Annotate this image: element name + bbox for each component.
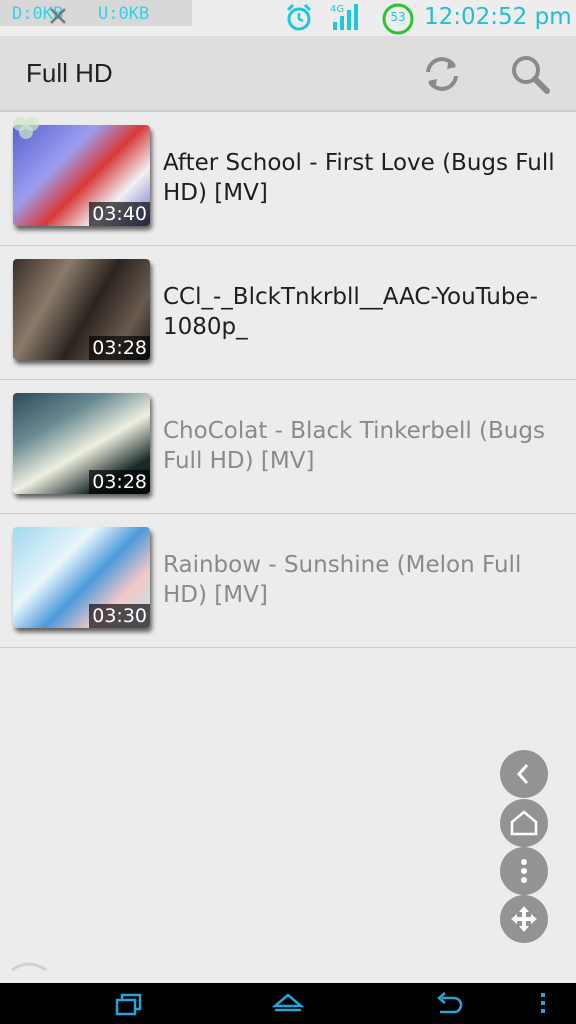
video-row[interactable]: 03:30 Rainbow - Sunshine (Melon Full HD)…: [0, 514, 576, 648]
battery-level: 53: [390, 10, 406, 24]
alarm-icon: [286, 3, 312, 31]
close-icon: [50, 8, 66, 24]
status-bar: D:0KB U:0KB 4G 53 12:02:52 pm: [0, 0, 576, 36]
floating-menu-button[interactable]: [500, 847, 548, 895]
move-icon: [511, 906, 537, 932]
back-icon[interactable]: [432, 989, 464, 1019]
signal-icon: 4G: [330, 4, 358, 30]
video-title: After School - First Love (Bugs Full HD)…: [163, 150, 555, 206]
recent-apps-icon[interactable]: [114, 989, 144, 1019]
refresh-icon: [426, 57, 458, 91]
video-title: ChoColat - Black Tinkerbell (Bugs Full H…: [163, 418, 545, 474]
svg-text:4G: 4G: [330, 4, 344, 15]
search-icon: [512, 56, 550, 94]
floating-home-button[interactable]: [500, 799, 548, 847]
video-duration: 03:30: [89, 604, 150, 628]
video-row[interactable]: 03:28 ChoColat - Black Tinkerbell (Bugs …: [0, 380, 576, 514]
video-duration: 03:28: [89, 470, 150, 494]
video-thumbnail: 03:28: [13, 393, 150, 494]
network-speed-indicator: D:0KB U:0KB: [0, 0, 192, 26]
page-title: Full HD: [26, 58, 113, 88]
video-duration: 03:40: [89, 202, 150, 226]
back-icon: [516, 764, 529, 784]
video-title: Rainbow - Sunshine (Melon Full HD) [MV]: [163, 552, 522, 608]
search-button[interactable]: [506, 50, 554, 98]
video-thumbnail: 03:28: [13, 259, 150, 360]
video-thumbnail: 03:30: [13, 527, 150, 628]
home-icon: [510, 810, 538, 836]
system-nav-bar: [0, 983, 576, 1024]
home-icon[interactable]: [272, 989, 304, 1019]
refresh-button[interactable]: [418, 50, 466, 98]
clover-icon: [13, 117, 39, 139]
more-icon: [521, 859, 527, 883]
video-row[interactable]: 03:40 After School - First Love (Bugs Fu…: [0, 112, 576, 246]
video-list: 03:40 After School - First Love (Bugs Fu…: [0, 112, 576, 648]
video-row[interactable]: 03:28 CCl_-_BlckTnkrbll__AAC-YouTube-108…: [0, 246, 576, 380]
floating-back-button[interactable]: [500, 750, 548, 798]
drawer-handle-icon[interactable]: [10, 958, 48, 972]
action-bar: Full HD: [0, 36, 576, 112]
upload-speed: U:0KB: [98, 4, 150, 24]
menu-icon[interactable]: [536, 989, 550, 1019]
video-duration: 03:28: [89, 336, 150, 360]
video-title: CCl_-_BlckTnkrbll__AAC-YouTube-1080p_: [163, 284, 538, 340]
clock: 12:02:52 pm: [424, 4, 572, 30]
floating-move-button[interactable]: [500, 895, 548, 943]
